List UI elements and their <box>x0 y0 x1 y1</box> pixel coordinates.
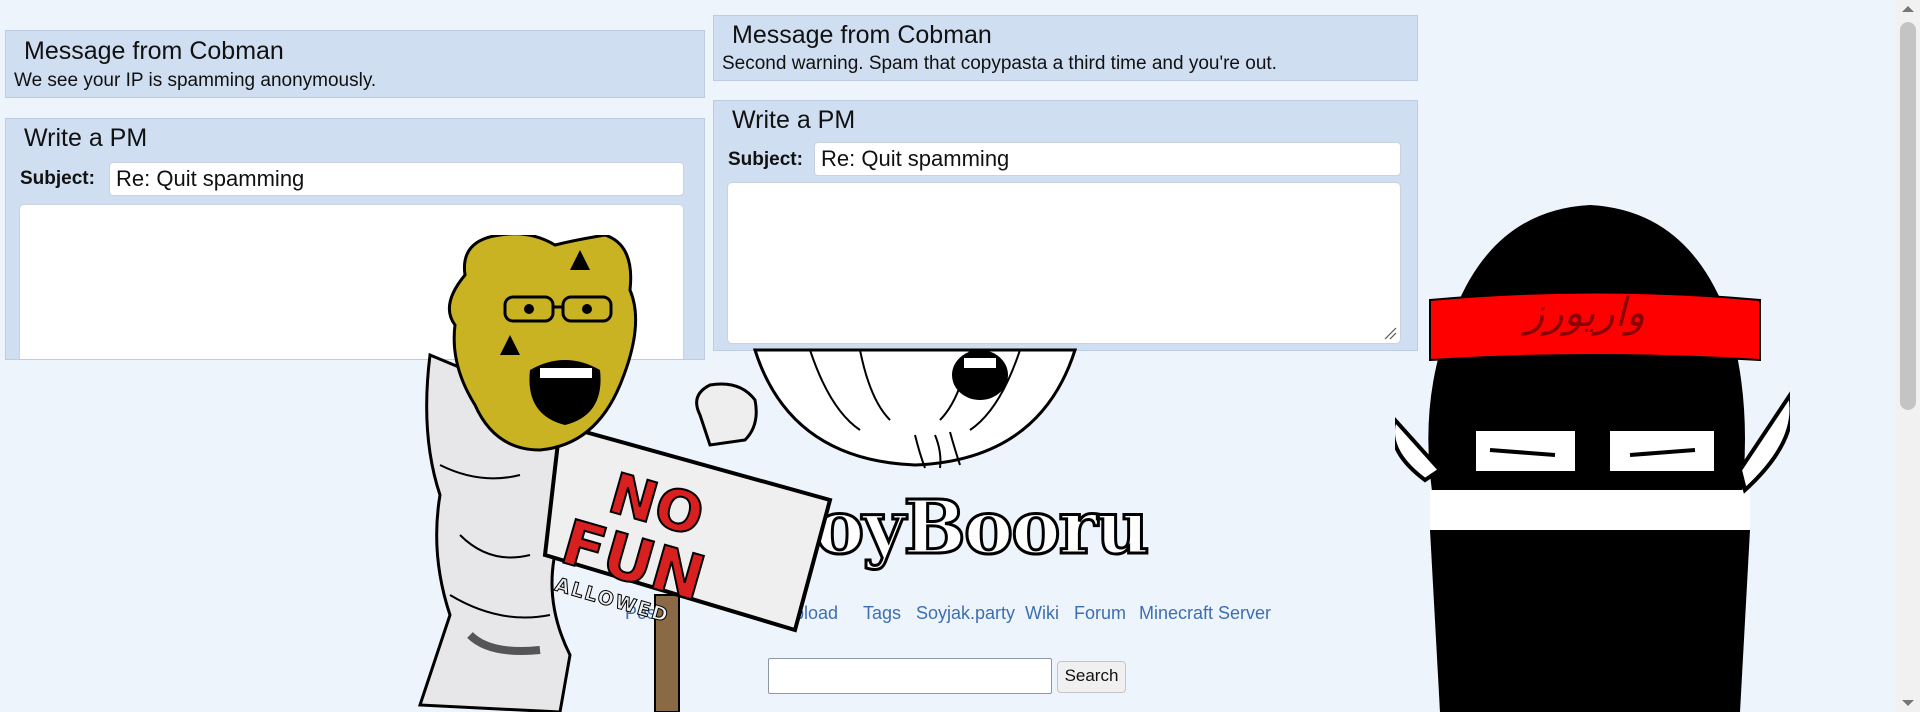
nav-link-soyjak-party[interactable]: Soyjak.party <box>916 603 1015 624</box>
subject-label: Subject: <box>728 149 803 170</box>
nav-link-wiki[interactable]: Wiki <box>1025 603 1059 624</box>
subject-input[interactable]: Re: Quit spamming <box>814 142 1401 176</box>
message-body: We see your IP is spamming anonymously. <box>14 70 377 91</box>
scroll-down-arrow-icon[interactable] <box>1902 700 1914 706</box>
subject-input[interactable]: Re: Quit spamming <box>109 162 684 196</box>
site-logo[interactable]: oyBooru <box>813 484 1150 573</box>
nav-link-tags[interactable]: Tags <box>863 603 901 624</box>
nav-link-forum[interactable]: Forum <box>1074 603 1126 624</box>
message-panel-right: Message from Cobman Second warning. Spam… <box>713 15 1418 81</box>
message-panel-left: Message from Cobman We see your IP is sp… <box>5 30 705 98</box>
write-pm-title: Write a PM <box>24 124 148 152</box>
message-body: Second warning. Spam that copypasta a th… <box>722 53 1277 74</box>
nav-link-minecraft-server[interactable]: Minecraft Server <box>1139 603 1271 624</box>
message-title: Message from Cobman <box>24 37 284 65</box>
write-pm-title: Write a PM <box>732 106 856 134</box>
headband-text: واريورز <box>1525 290 1646 336</box>
scrollbar-thumb[interactable] <box>1900 22 1916 410</box>
ninja-mascot-image <box>1395 205 1790 712</box>
message-title: Message from Cobman <box>732 21 992 49</box>
subject-label: Subject: <box>20 168 95 189</box>
page-scrollbar[interactable] <box>1896 0 1920 712</box>
scroll-up-arrow-icon[interactable] <box>1902 6 1914 12</box>
search-button[interactable]: Search <box>1057 661 1126 693</box>
